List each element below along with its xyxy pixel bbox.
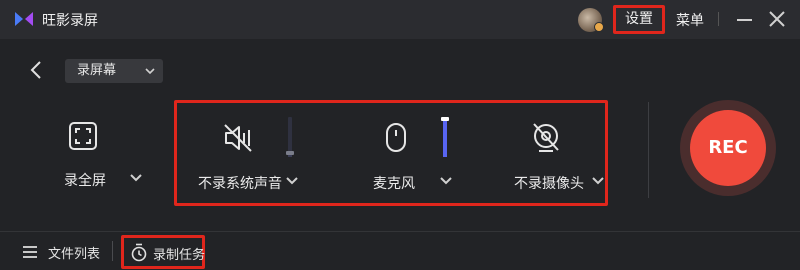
record-task-button[interactable]: 录制任务 bbox=[121, 235, 205, 269]
camera-off-icon bbox=[533, 123, 559, 152]
chevron-down-icon[interactable] bbox=[439, 176, 453, 186]
microphone-option[interactable]: 麦克风 bbox=[337, 103, 467, 203]
record-mode-select[interactable]: 录屏幕 bbox=[65, 59, 163, 83]
speaker-muted-icon bbox=[224, 124, 252, 152]
microphone-volume-level bbox=[443, 117, 447, 157]
rec-button[interactable]: REC bbox=[690, 110, 766, 186]
fullscreen-label: 录全屏 bbox=[64, 173, 106, 189]
close-icon[interactable] bbox=[766, 8, 788, 30]
back-arrow-icon[interactable] bbox=[26, 58, 46, 82]
file-list-label: 文件列表 bbox=[48, 247, 101, 262]
audio-video-devices-panel: 不录系统声音 麦克风 不录摄像头 bbox=[174, 100, 608, 206]
window-controls-divider bbox=[718, 12, 719, 26]
menu-button[interactable]: 菜单 bbox=[676, 10, 704, 30]
mouse-microphone-icon bbox=[386, 123, 406, 152]
system-audio-volume-slider[interactable] bbox=[286, 117, 294, 157]
list-icon bbox=[23, 246, 37, 258]
chevron-down-icon bbox=[145, 68, 155, 75]
timer-icon bbox=[131, 243, 147, 262]
chevron-down-icon[interactable] bbox=[129, 173, 143, 183]
microphone-volume-slider[interactable] bbox=[441, 117, 449, 157]
bottom-divider bbox=[112, 241, 113, 261]
microphone-volume-handle[interactable] bbox=[441, 117, 449, 121]
chevron-down-icon[interactable] bbox=[591, 176, 605, 186]
bottom-bar: 文件列表 录制任务 bbox=[0, 231, 800, 270]
system-audio-option[interactable]: 不录系统声音 bbox=[177, 103, 317, 203]
fullscreen-icon bbox=[69, 122, 97, 150]
vertical-divider bbox=[648, 102, 649, 198]
camera-option[interactable]: 不录摄像头 bbox=[487, 103, 607, 203]
minimize-button[interactable] bbox=[734, 8, 756, 30]
fullscreen-option[interactable]: 录全屏 bbox=[40, 110, 160, 200]
app-logo-icon bbox=[15, 12, 33, 26]
system-audio-volume-handle[interactable] bbox=[286, 151, 294, 155]
record-task-label: 录制任务 bbox=[153, 248, 206, 263]
avatar-badge-icon bbox=[594, 22, 604, 32]
camera-label: 不录摄像头 bbox=[514, 176, 584, 192]
settings-button[interactable]: 设置 bbox=[613, 5, 665, 34]
title-bar: 旺影录屏 设置 菜单 bbox=[0, 0, 800, 39]
chevron-down-icon[interactable] bbox=[285, 176, 299, 186]
app-title: 旺影录屏 bbox=[42, 13, 98, 29]
microphone-label: 麦克风 bbox=[373, 176, 415, 192]
system-audio-label: 不录系统声音 bbox=[198, 176, 282, 192]
record-mode-value: 录屏幕 bbox=[77, 63, 117, 78]
